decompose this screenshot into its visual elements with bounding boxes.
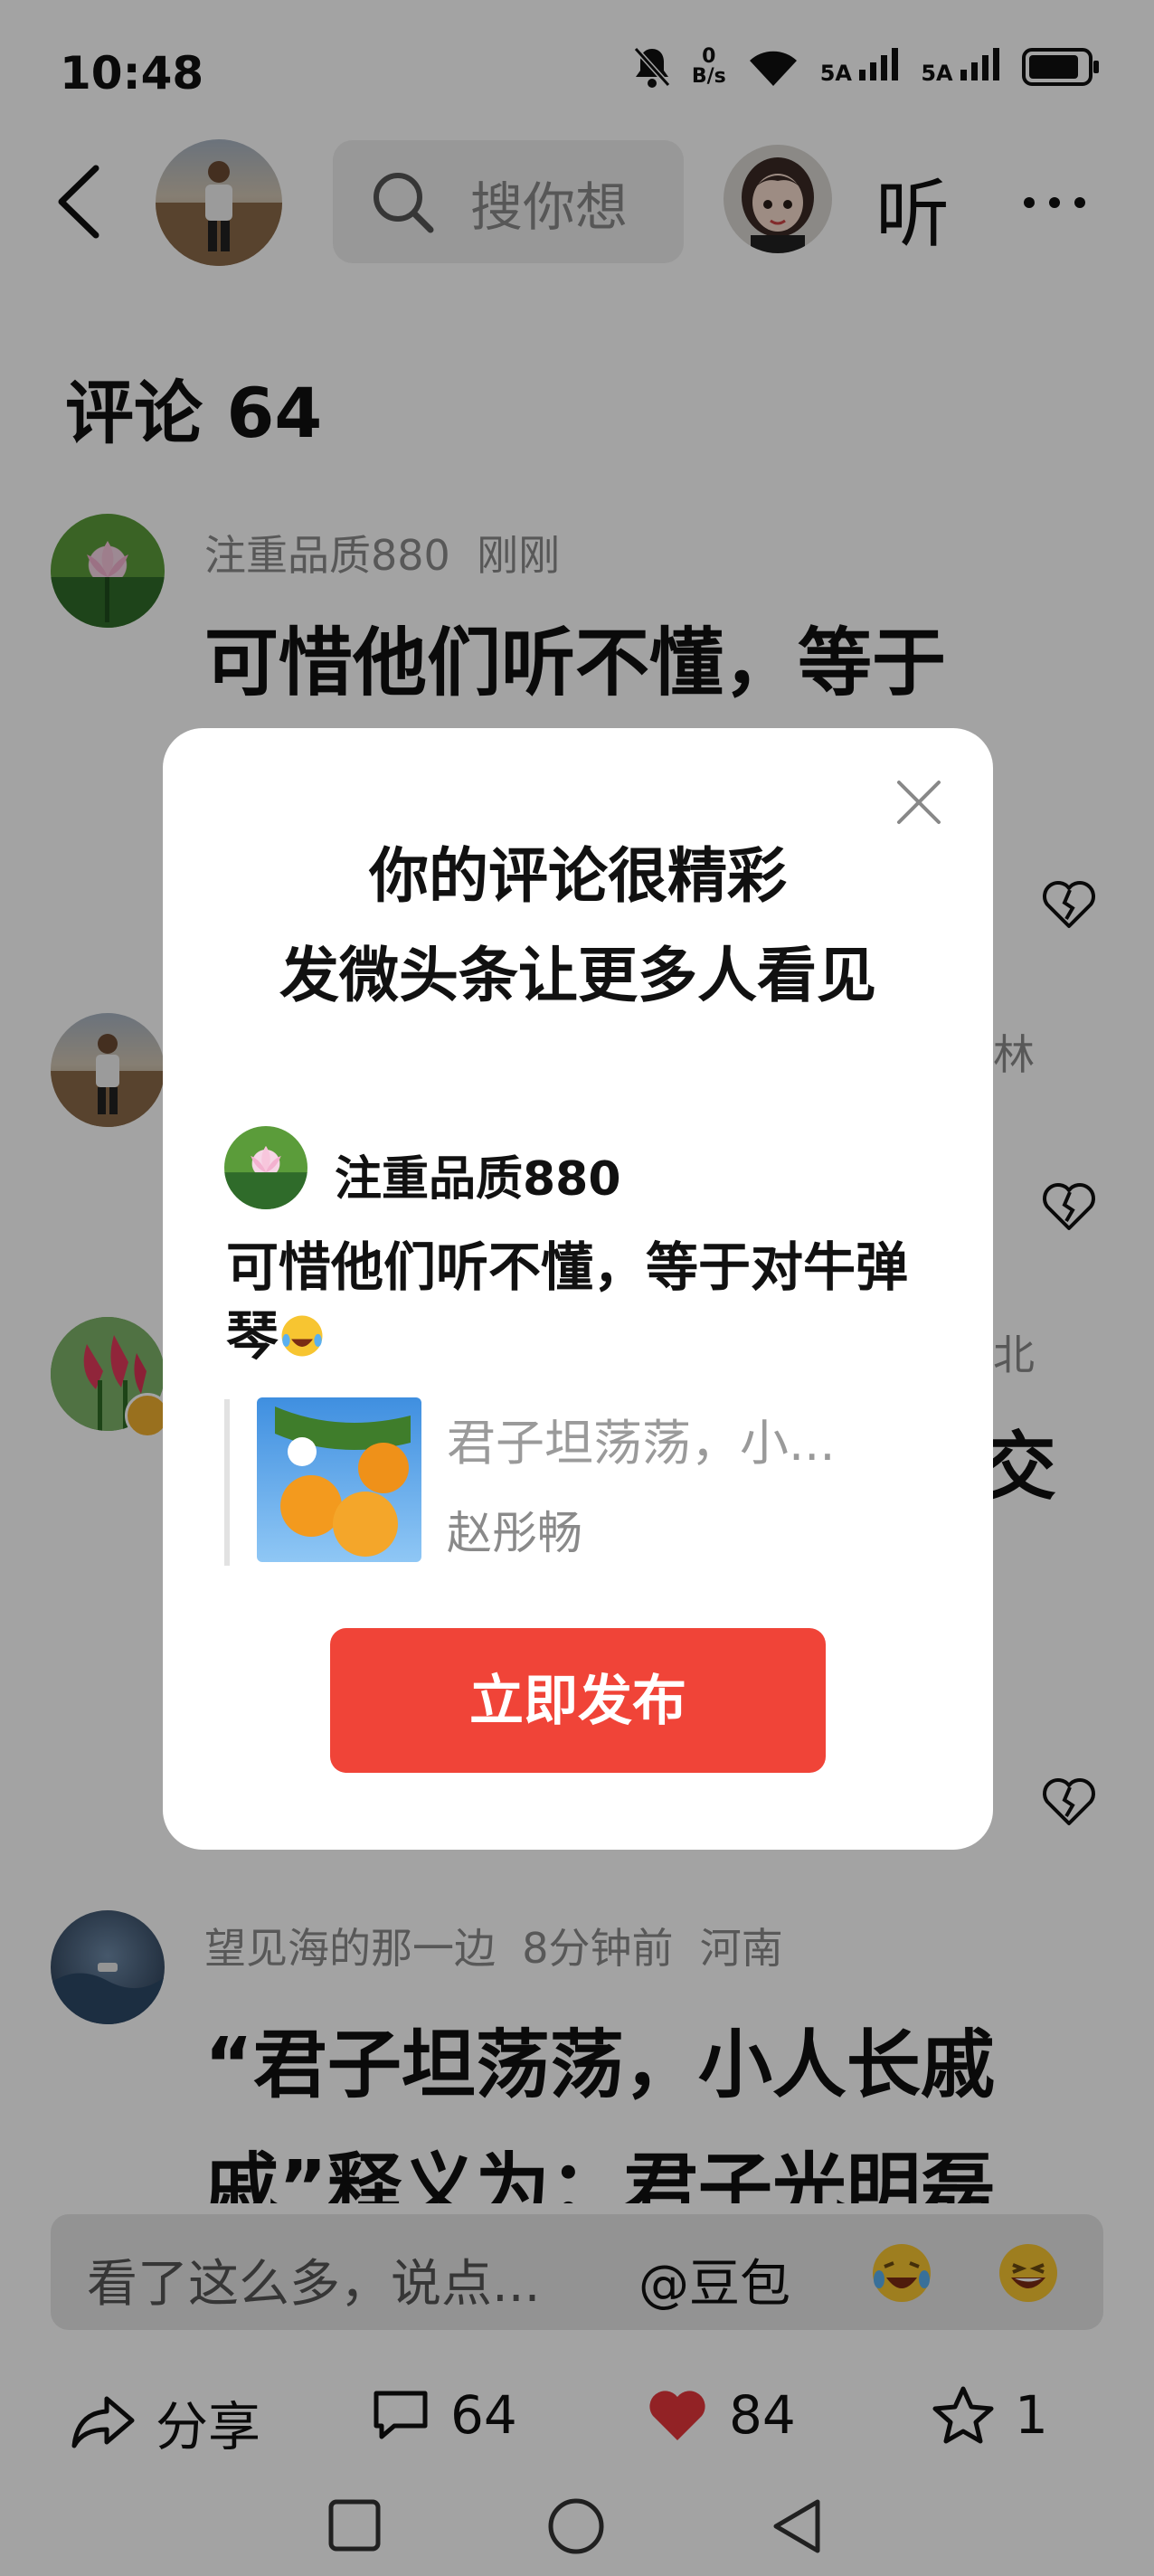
- lotus-picture: [224, 1145, 307, 1209]
- publish-now-button[interactable]: 立即发布: [330, 1628, 826, 1773]
- modal-title-line1: 你的评论很精彩: [369, 841, 787, 911]
- quote-bar: [224, 1399, 230, 1566]
- oranges-image: [275, 1406, 411, 1557]
- modal-comment-text: 可惜他们听不懂，等于对牛弹琴: [226, 1233, 950, 1370]
- close-icon[interactable]: [894, 777, 944, 828]
- quote-author: 赵彤畅: [447, 1507, 582, 1559]
- quote-title: 君子坦荡荡，小...: [447, 1415, 836, 1472]
- laughing-crying-emoji-icon: [281, 1315, 323, 1357]
- modal-title-line2: 发微头条让更多人看见: [279, 941, 876, 1010]
- modal-username: 注重品质880: [335, 1152, 621, 1207]
- quote-thumbnail: [257, 1397, 421, 1562]
- share-to-post-modal: 你的评论很精彩 发微头条让更多人看见 注重品质880 可惜他们听不懂，等于对牛弹…: [163, 728, 993, 1850]
- modal-comment: 可惜他们听不懂，等于对牛弹琴: [226, 1236, 909, 1367]
- user-avatar: [224, 1126, 307, 1209]
